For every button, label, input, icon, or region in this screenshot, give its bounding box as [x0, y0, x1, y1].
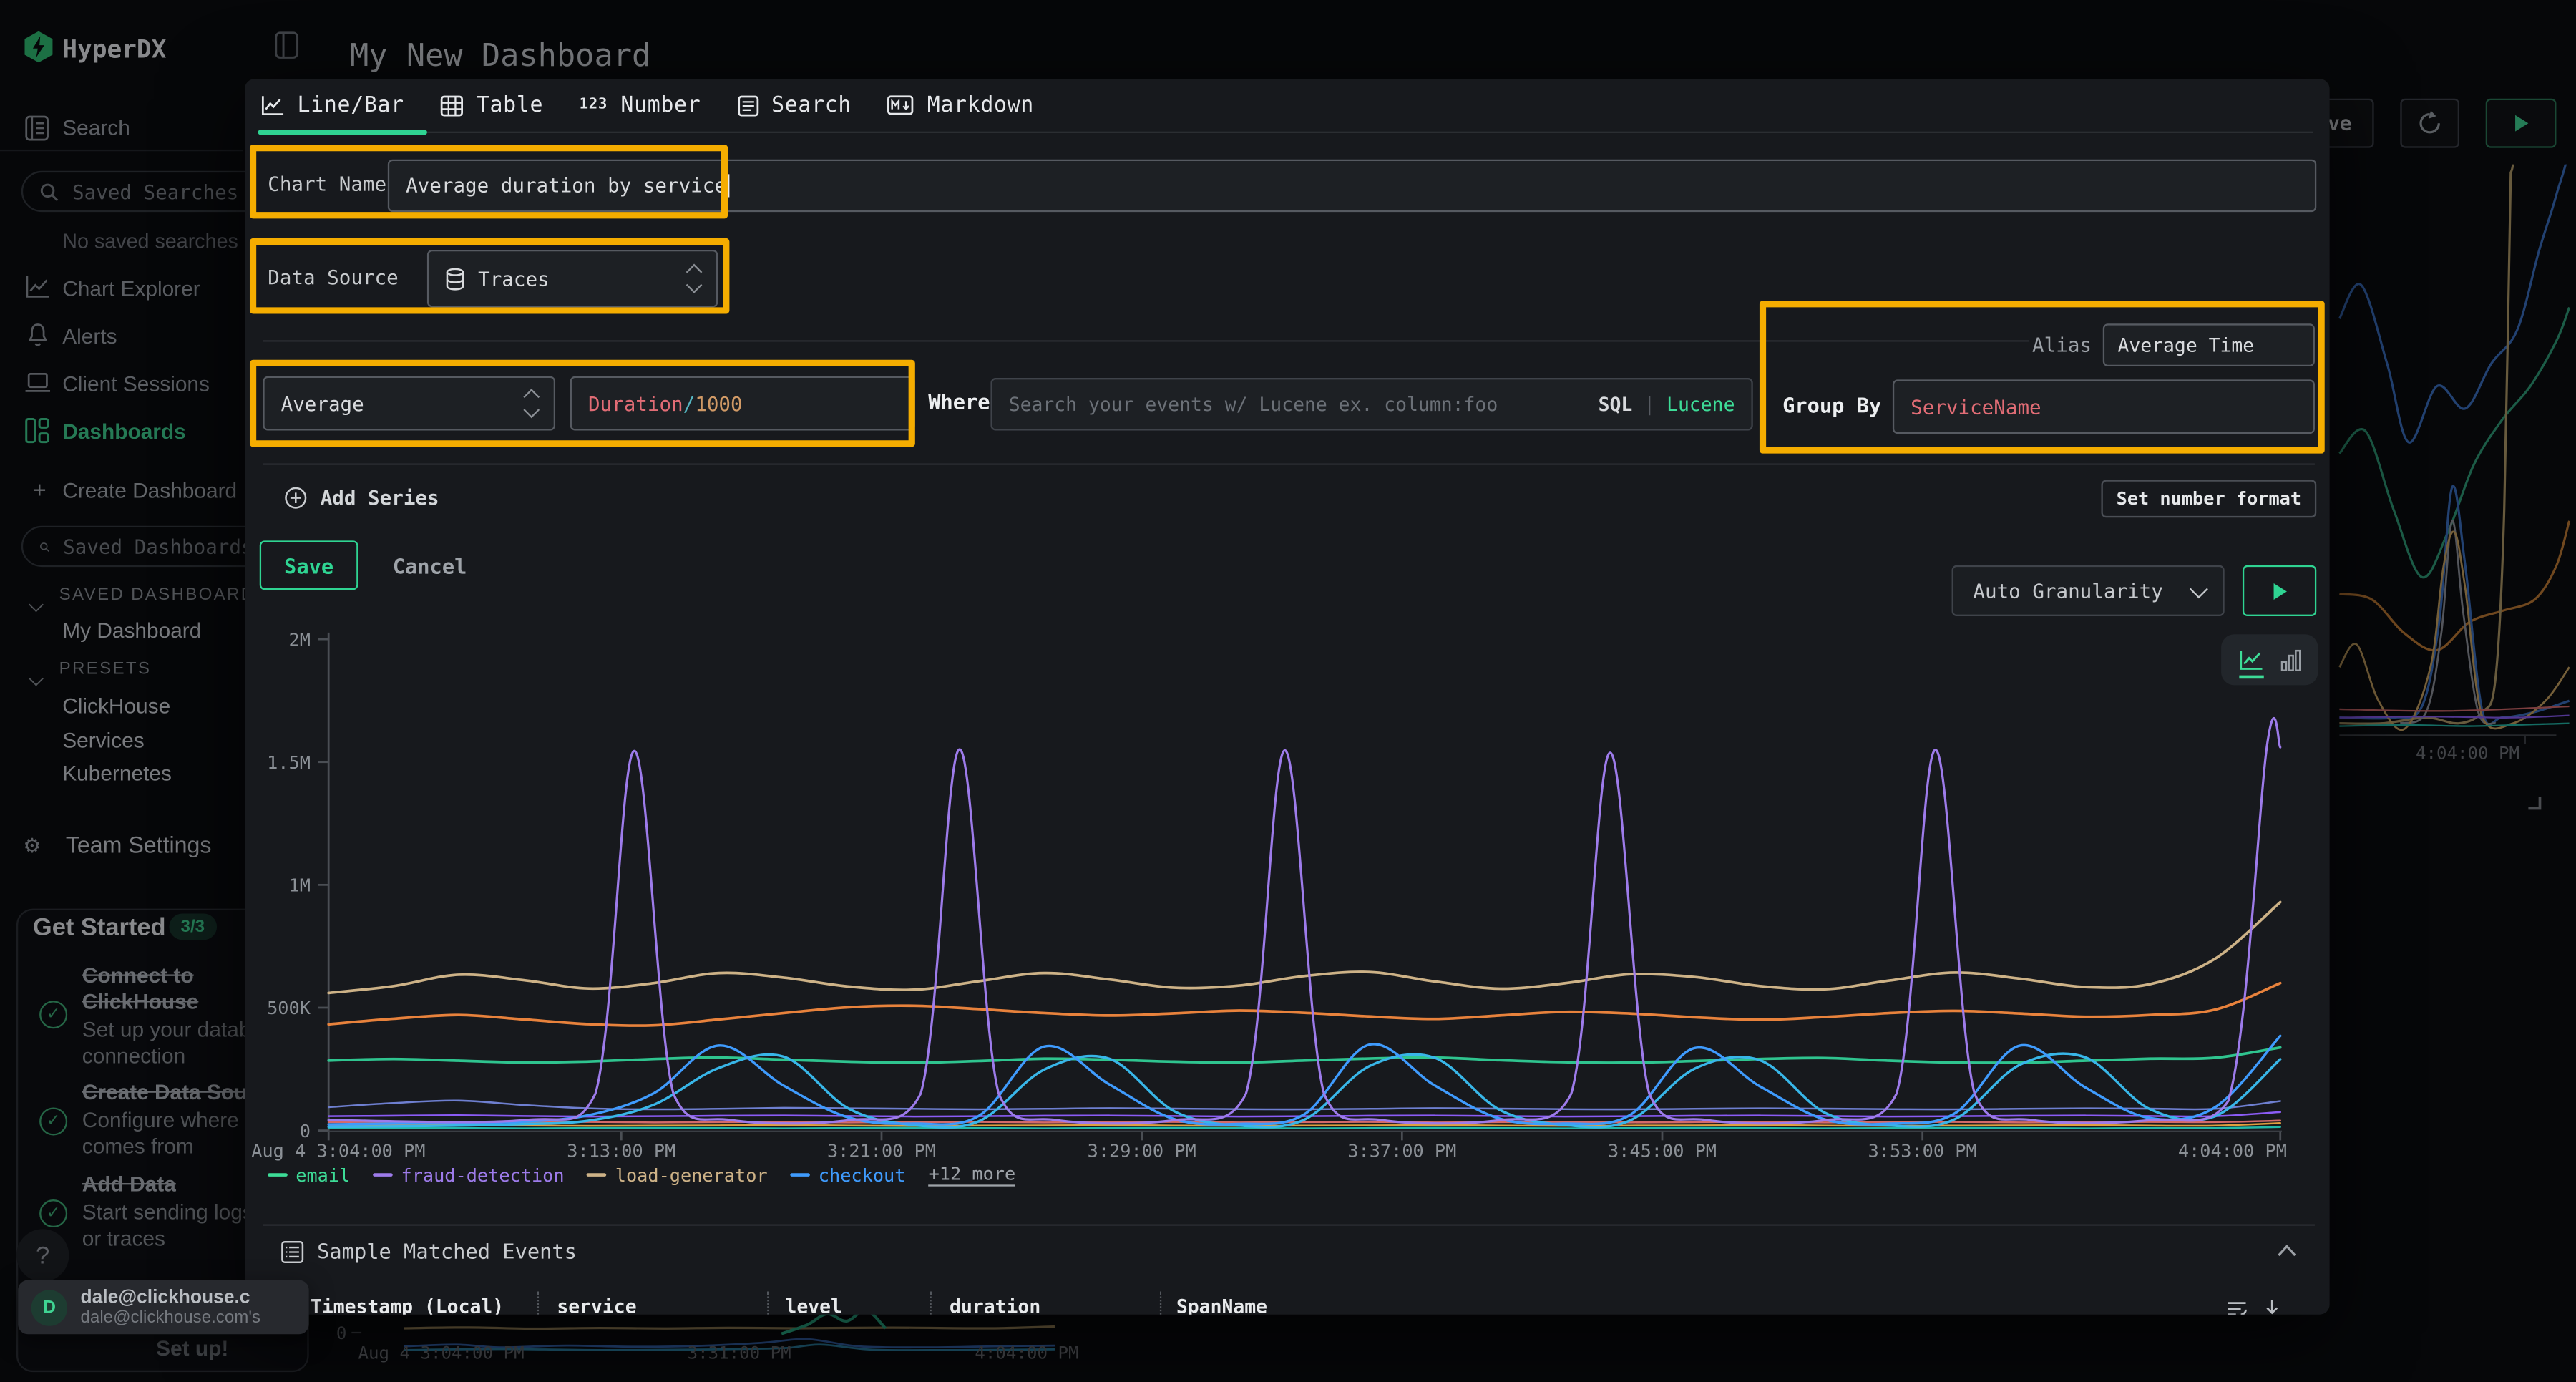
run-query-button[interactable] — [2243, 565, 2316, 616]
add-series-button[interactable]: Add Series — [284, 487, 439, 510]
section-divider — [263, 463, 2315, 464]
legend-dash-icon — [587, 1173, 608, 1177]
sql-toggle[interactable]: SQL — [1599, 393, 1633, 416]
svg-text:0: 0 — [300, 1121, 311, 1142]
tab-line-bar[interactable]: Line/Bar — [261, 93, 404, 117]
column-separator — [537, 1292, 539, 1315]
column-separator — [767, 1292, 769, 1315]
legend-more-link[interactable]: +12 more — [929, 1164, 1016, 1187]
plus-circle-icon — [284, 487, 307, 510]
filter-icon — [2226, 1300, 2248, 1315]
svg-text:3:13:00 PM: 3:13:00 PM — [567, 1140, 675, 1161]
download-button[interactable] — [2262, 1298, 2282, 1315]
highlight-aggregation — [250, 360, 915, 447]
user-menu[interactable]: D dale@clickhouse.c dale@clickhouse.com'… — [18, 1280, 308, 1335]
svg-text:1.5M: 1.5M — [267, 752, 311, 773]
avatar: D — [31, 1289, 68, 1325]
legend-item-email[interactable]: email — [268, 1164, 350, 1186]
highlight-data-source — [250, 238, 729, 314]
where-placeholder: Search your events w/ Lucene ex. column:… — [1009, 393, 1498, 416]
svg-text:3:53:00 PM: 3:53:00 PM — [1868, 1140, 1977, 1161]
cancel-button[interactable]: Cancel — [393, 540, 467, 590]
svg-text:3:29:00 PM: 3:29:00 PM — [1088, 1140, 1196, 1161]
play-icon — [2273, 583, 2285, 599]
active-tab-underline — [258, 130, 426, 135]
svg-text:4:04:00 PM: 4:04:00 PM — [2178, 1140, 2287, 1161]
tab-number[interactable]: 123 Number — [580, 93, 701, 117]
svg-text:1M: 1M — [289, 875, 311, 896]
section-divider — [263, 1224, 2315, 1225]
legend-item-load-generator[interactable]: load-generator — [587, 1164, 768, 1186]
svg-text:3:45:00 PM: 3:45:00 PM — [1608, 1140, 1717, 1161]
chevron-up-icon — [2277, 1244, 2297, 1257]
main-chart[interactable]: 0 500K 1M 1.5M 2M Aug 4 3:04:00 PM 3:13:00 PM 3… — [245, 615, 2330, 1255]
document-list-icon — [737, 94, 758, 116]
svg-text:3:37:00 PM: 3:37:00 PM — [1347, 1140, 1456, 1161]
svg-text:3:21:00 PM: 3:21:00 PM — [827, 1140, 936, 1161]
highlight-chart-name — [250, 145, 728, 218]
tab-search[interactable]: Search — [737, 93, 852, 117]
column-separator — [930, 1292, 931, 1315]
save-button[interactable]: Save — [260, 540, 358, 590]
where-label: Where — [928, 389, 990, 414]
svg-text:Aug 4 3:04:00 PM: Aug 4 3:04:00 PM — [251, 1140, 425, 1161]
column-header-service[interactable]: service — [557, 1295, 636, 1315]
collapse-section-button[interactable] — [2277, 1244, 2297, 1257]
text-cursor — [728, 174, 729, 197]
legend-item-fraud-detection[interactable]: fraud-detection — [373, 1164, 564, 1186]
lucene-toggle[interactable]: Lucene — [1667, 393, 1735, 416]
list-icon — [281, 1240, 304, 1263]
granularity-select[interactable]: Auto Granularity — [1952, 565, 2225, 616]
number-123-icon: 123 — [580, 97, 608, 113]
legend-dash-icon — [268, 1173, 288, 1177]
svg-text:500K: 500K — [267, 998, 311, 1018]
column-header-duration[interactable]: duration — [950, 1295, 1040, 1315]
tab-markdown[interactable]: Markdown — [888, 93, 1034, 117]
column-separator — [1160, 1292, 1161, 1315]
sample-events-title: Sample Matched Events — [317, 1239, 577, 1263]
markdown-icon — [888, 95, 914, 115]
table-icon — [440, 94, 463, 116]
column-header-spanname[interactable]: SpanName — [1176, 1295, 1267, 1315]
line-chart-icon — [261, 94, 284, 116]
set-number-format-button[interactable]: Set number format — [2101, 480, 2316, 517]
download-icon — [2262, 1298, 2282, 1315]
user-org: dale@clickhouse.com's — [81, 1307, 261, 1327]
hyperdx-app: HyperDX My New Dashboard Save Search Sav… — [0, 0, 2576, 1382]
where-search-input[interactable]: Search your events w/ Lucene ex. column:… — [990, 378, 1752, 430]
svg-text:2M: 2M — [289, 629, 311, 650]
legend-dash-icon — [791, 1173, 811, 1177]
column-header-level[interactable]: level — [785, 1295, 841, 1315]
legend-dash-icon — [373, 1173, 393, 1177]
user-email: dale@clickhouse.c — [81, 1288, 261, 1308]
tab-table[interactable]: Table — [440, 93, 543, 117]
legend-item-checkout[interactable]: checkout — [791, 1164, 906, 1186]
column-header-timestamp[interactable]: Timestamp (Local) — [311, 1295, 504, 1315]
highlight-group-by — [1760, 301, 2325, 454]
tabs-divider — [427, 132, 2313, 133]
filter-rows-button[interactable] — [2226, 1300, 2248, 1315]
chevron-down-icon — [2190, 579, 2208, 598]
chart-legend: email fraud-detection load-generator checko… — [268, 1164, 1015, 1187]
